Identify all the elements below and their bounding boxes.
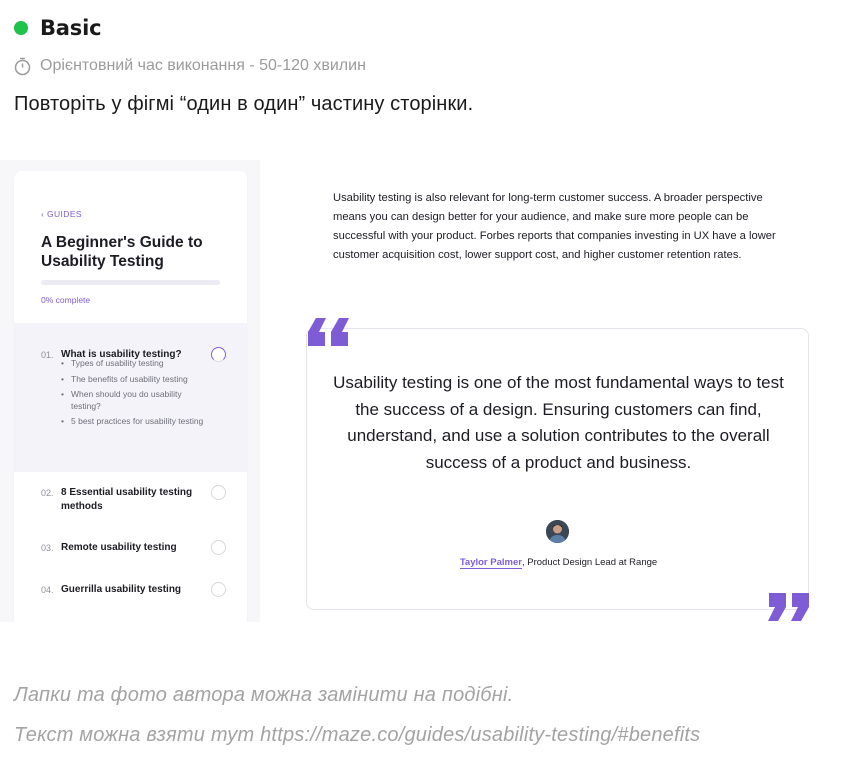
close-quote-icon [768, 593, 809, 621]
section-number: 01. [41, 350, 54, 360]
progress-circle-icon [211, 347, 226, 362]
section-title[interactable]: 8 Essential usability testing methods [61, 486, 201, 514]
guide-title: A Beginner's Guide to Usability Testing [41, 234, 203, 270]
quote-card: Usability testing is one of the most fun… [306, 328, 809, 610]
estimated-time-text: Орієнтовний час виконання - 50-120 хвили… [40, 57, 366, 74]
estimated-time: Орієнтовний час виконання - 50-120 хвили… [14, 55, 844, 77]
section-number: 04. [41, 585, 54, 595]
level-label: Basic [40, 16, 102, 40]
subitem-link[interactable]: Types of usability testing [61, 358, 206, 370]
progress-circle-icon [211, 582, 226, 597]
guide-sidebar: ‹ GUIDES A Beginner's Guide to Usability… [14, 171, 247, 622]
quote-text: Usability testing is one of the most fun… [333, 373, 784, 472]
article-content: Usability testing is also relevant for l… [260, 160, 814, 622]
note-line-1: Лапки та фото автора можна замінити на п… [14, 684, 514, 706]
section-number: 03. [41, 543, 54, 553]
subitem-link[interactable]: When should you do usability testing? [61, 389, 206, 412]
quote-attribution: Taylor Palmer, Product Design Lead at Ra… [307, 557, 810, 569]
author-name-link[interactable]: Taylor Palmer [459, 557, 522, 569]
progress-bar [41, 280, 220, 285]
author-role: , Product Design Lead at Range [521, 557, 658, 568]
progress-circle-icon [211, 540, 226, 555]
stopwatch-icon [14, 57, 31, 75]
section-subitems: Types of usability testing The benefits … [61, 358, 206, 432]
section-number: 02. [41, 488, 54, 498]
progress-circle-icon [211, 485, 226, 500]
reference-screenshot: ‹ GUIDES A Beginner's Guide to Usability… [0, 160, 814, 622]
subitem-link[interactable]: 5 best practices for usability testing [61, 416, 206, 428]
sidebar-section-active[interactable]: 01. What is usability testing? Types of … [14, 323, 247, 472]
article-paragraph: Usability testing is also relevant for l… [333, 192, 776, 261]
back-to-guides-link[interactable]: ‹ GUIDES [41, 209, 82, 219]
task-header: Basic Орієнтовний час виконання - 50-120… [14, 14, 844, 116]
level-status-dot [14, 21, 28, 35]
subitem-link[interactable]: The benefits of usability testing [61, 374, 206, 386]
open-quote-icon [308, 318, 349, 346]
task-description: Повторіть у фігмі “один в один” частину … [14, 93, 474, 115]
level-badge: Basic [14, 14, 844, 42]
section-title[interactable]: Remote usability testing [61, 541, 206, 555]
note-line-2: Текст можна взяти тут https://maze.co/gu… [14, 724, 701, 746]
progress-text: 0% complete [41, 295, 91, 305]
author-avatar [546, 520, 569, 543]
section-title[interactable]: Guerrilla usability testing [61, 583, 206, 597]
